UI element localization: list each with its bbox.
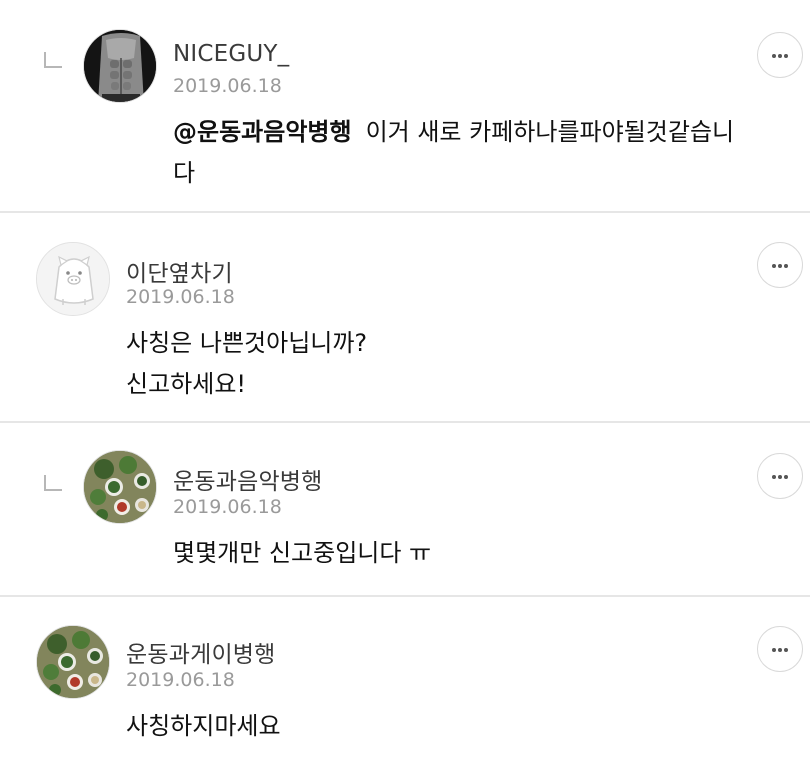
- food-bowls-photo: [84, 451, 156, 523]
- comment-body: 사칭하지마세요: [126, 706, 746, 747]
- avatar[interactable]: [36, 625, 110, 699]
- more-options-button[interactable]: [757, 242, 803, 288]
- comment-body: 몇몇개만 신고중입니다 ㅠ: [173, 533, 753, 574]
- comment-body: @운동과음악병행 이거 새로 카페하나를파야될것같습니 다: [173, 112, 783, 194]
- avatar[interactable]: [36, 242, 110, 316]
- ellipsis-icon: [778, 264, 782, 268]
- comment-text-line: 이거 새로 카페하나를파야될것같습니: [365, 118, 735, 146]
- author-name[interactable]: NICEGUY_: [173, 41, 289, 67]
- comment-body: 사칭은 나쁜것아닙니까? 신고하세요!: [126, 323, 746, 405]
- ellipsis-icon: [784, 264, 788, 268]
- ellipsis-icon: [778, 475, 782, 479]
- comment-text-line: 사칭하지마세요: [126, 712, 281, 740]
- comment-item: NICEGUY_ 2019.06.18 @운동과음악병행 이거 새로 카페하나를파…: [0, 0, 810, 212]
- ellipsis-icon: [778, 648, 782, 652]
- ellipsis-icon: [772, 648, 776, 652]
- comment-item: 이단옆차기 2019.06.18 사칭은 나쁜것아닙니까? 신고하세요!: [0, 213, 810, 421]
- ellipsis-icon: [784, 648, 788, 652]
- ellipsis-icon: [772, 264, 776, 268]
- more-options-button[interactable]: [757, 32, 803, 78]
- author-name[interactable]: 운동과게이병행: [126, 635, 276, 669]
- avatar[interactable]: [83, 29, 157, 103]
- comment-text-line: 몇몇개만 신고중입니다 ㅠ: [173, 539, 432, 567]
- reply-corner-icon: [44, 52, 62, 68]
- comment-date: 2019.06.18: [126, 669, 235, 691]
- comment-text-line: 사칭은 나쁜것아닙니까?: [126, 329, 368, 357]
- more-options-button[interactable]: [757, 626, 803, 672]
- comment-list: NICEGUY_ 2019.06.18 @운동과음악병행 이거 새로 카페하나를파…: [0, 0, 810, 762]
- ellipsis-icon: [784, 475, 788, 479]
- ellipsis-icon: [784, 54, 788, 58]
- reply-corner-icon: [44, 475, 62, 491]
- ellipsis-icon: [778, 54, 782, 58]
- comment-text-line: 신고하세요!: [126, 370, 247, 398]
- comment-item: 운동과음악병행 2019.06.18 몇몇개만 신고중입니다 ㅠ: [0, 423, 810, 595]
- comment-date: 2019.06.18: [173, 496, 282, 518]
- ellipsis-icon: [772, 475, 776, 479]
- muscle-torso-photo: [84, 30, 156, 102]
- mention-link[interactable]: @운동과음악병행: [173, 118, 352, 146]
- avatar[interactable]: [83, 450, 157, 524]
- ellipsis-icon: [772, 54, 776, 58]
- food-bowls-photo: [37, 626, 109, 698]
- comment-text-line: 다: [173, 159, 196, 187]
- comment-date: 2019.06.18: [173, 75, 282, 97]
- comment-date: 2019.06.18: [126, 286, 235, 308]
- comment-item: 운동과게이병행 2019.06.18 사칭하지마세요: [0, 597, 810, 762]
- more-options-button[interactable]: [757, 453, 803, 499]
- author-name[interactable]: 운동과음악병행: [173, 462, 323, 496]
- author-name[interactable]: 이단옆차기: [126, 254, 233, 288]
- default-pig-avatar: [37, 243, 109, 315]
